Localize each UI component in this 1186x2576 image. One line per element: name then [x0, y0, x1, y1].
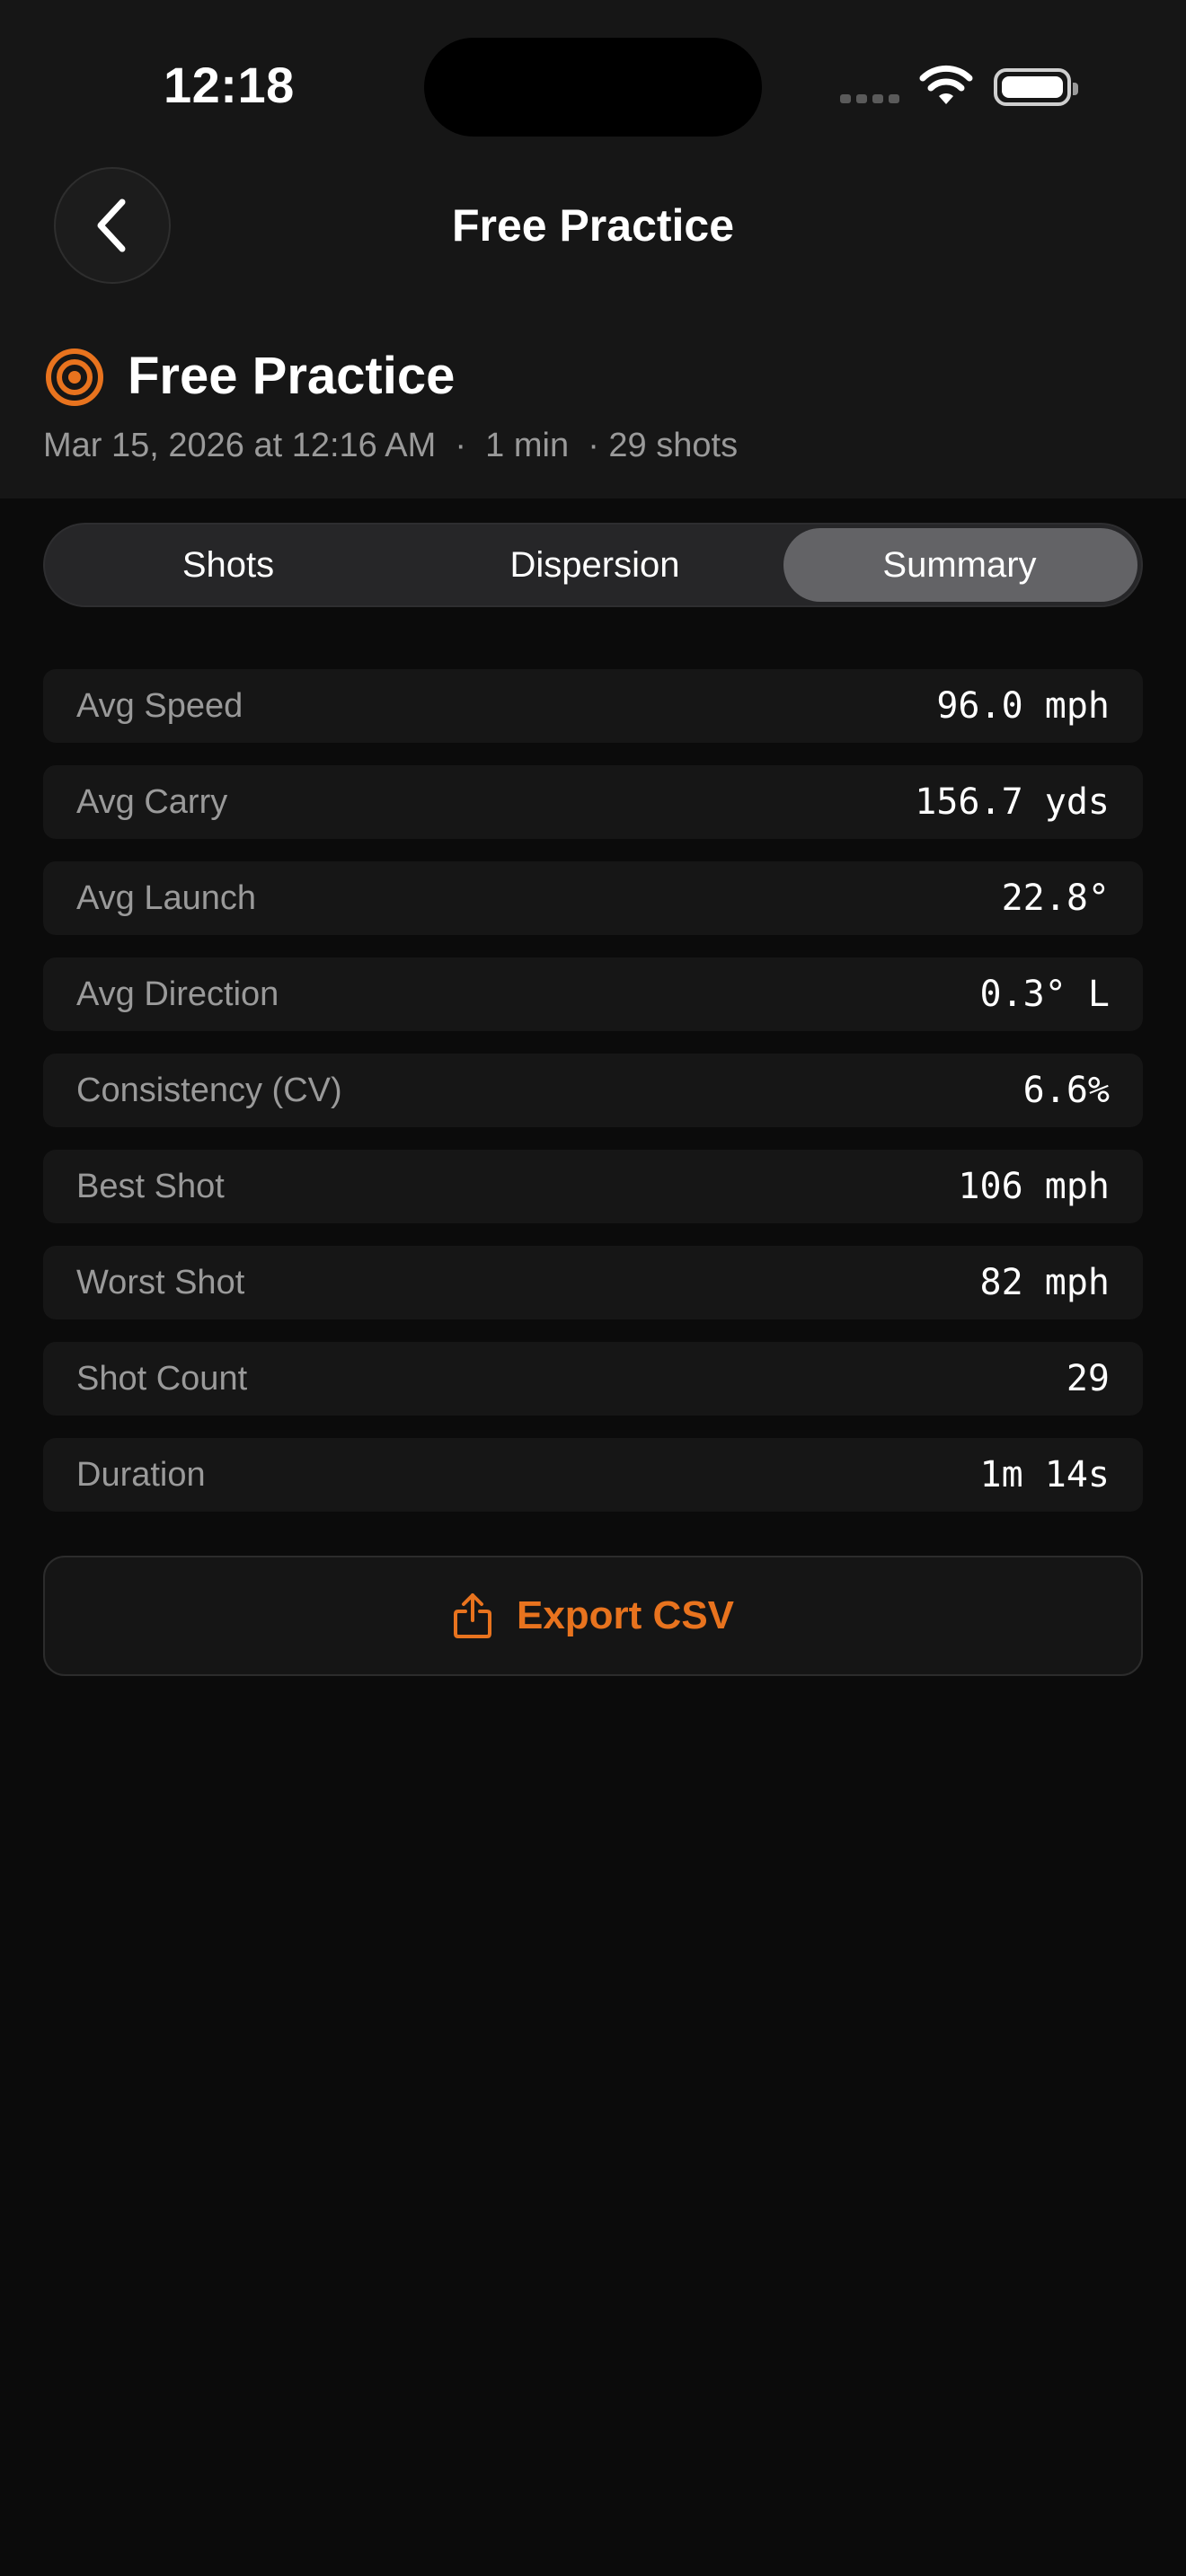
stat-value: 82 mph [979, 1262, 1111, 1303]
stat-row-best-shot: Best Shot 106 mph [43, 1150, 1143, 1223]
stat-row-worst-shot: Worst Shot 82 mph [43, 1246, 1143, 1319]
cellular-signal-icon [840, 92, 905, 108]
stat-row-duration: Duration 1m 14s [43, 1438, 1143, 1512]
nav-title: Free Practice [451, 200, 735, 251]
stat-value: 156.7 yds [915, 781, 1110, 823]
stat-label: Shot Count [76, 1360, 248, 1398]
share-icon [453, 1593, 491, 1638]
tab-summary[interactable]: Summary [778, 525, 1141, 605]
stat-label: Consistency (CV) [76, 1072, 342, 1109]
stat-row-avg-carry: Avg Carry 156.7 yds [43, 765, 1143, 839]
status-bar: 12:18 [0, 0, 1186, 162]
stat-value: 106 mph [958, 1166, 1110, 1207]
session-meta: Mar 15, 2026 at 12:16 AM · 1 min · 29 sh… [43, 427, 739, 464]
stat-label: Worst Shot [76, 1264, 245, 1301]
stat-value: 29 [1066, 1358, 1110, 1399]
segmented-control: Shots Dispersion Summary [43, 523, 1143, 607]
tab-shots[interactable]: Shots [45, 525, 412, 605]
dynamic-island [424, 38, 762, 137]
stat-label: Avg Launch [76, 879, 257, 917]
target-icon [45, 348, 104, 411]
stat-label: Best Shot [76, 1168, 225, 1205]
stat-value: 6.6% [1022, 1070, 1110, 1111]
stat-label: Avg Carry [76, 783, 228, 821]
stat-row-shot-count: Shot Count 29 [43, 1342, 1143, 1416]
stat-row-avg-direction: Avg Direction 0.3° L [43, 957, 1143, 1031]
stat-row-consistency: Consistency (CV) 6.6% [43, 1054, 1143, 1127]
stat-value: 22.8° [1001, 878, 1110, 919]
stat-label: Avg Direction [76, 975, 279, 1013]
stat-value: 0.3° L [979, 974, 1111, 1015]
stat-value: 1m 14s [979, 1454, 1111, 1495]
battery-icon [994, 68, 1078, 106]
stat-value: 96.0 mph [936, 685, 1110, 727]
wifi-icon [918, 65, 974, 112]
session-title: Free Practice [128, 347, 456, 405]
export-csv-label: Export CSV [516, 1593, 735, 1637]
status-time: 12:18 [164, 57, 295, 113]
stat-row-avg-speed: Avg Speed 96.0 mph [43, 669, 1143, 743]
export-csv-button[interactable]: Export CSV [43, 1556, 1143, 1676]
summary-stats-list: Avg Speed 96.0 mph Avg Carry 156.7 yds A… [43, 669, 1143, 1534]
stat-row-avg-launch: Avg Launch 22.8° [43, 861, 1143, 935]
tab-dispersion[interactable]: Dispersion [412, 525, 778, 605]
stat-label: Avg Speed [76, 687, 243, 725]
stat-label: Duration [76, 1456, 206, 1494]
